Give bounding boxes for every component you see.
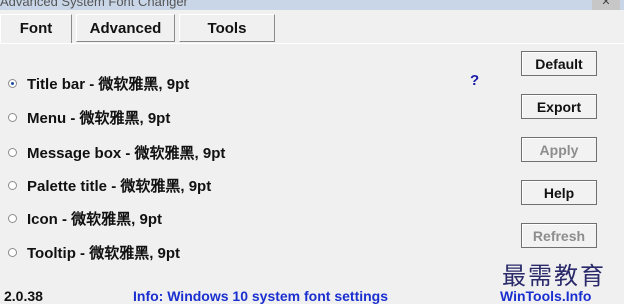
watermark: 最需教育: [502, 262, 606, 290]
refresh-button[interactable]: Refresh: [521, 223, 597, 248]
help-button[interactable]: Help: [521, 180, 597, 205]
font-option-label: Title bar - 微软雅黑, 9pt: [27, 75, 190, 93]
website-link[interactable]: WinTools.Info: [500, 288, 591, 304]
tab-advanced[interactable]: Advanced: [76, 14, 175, 42]
help-question-link[interactable]: ?: [470, 72, 479, 89]
tab-tools[interactable]: Tools: [179, 14, 275, 42]
info-link[interactable]: Info: Windows 10 system font settings: [133, 288, 388, 304]
apply-button[interactable]: Apply: [521, 137, 597, 162]
font-option-menu[interactable]: Menu - 微软雅黑, 9pt: [8, 107, 170, 127]
font-option-title-bar[interactable]: Title bar - 微软雅黑, 9pt: [8, 73, 189, 93]
font-option-palette-title[interactable]: Palette title - 微软雅黑, 9pt: [8, 175, 211, 195]
window-title: Advanced System Font Changer: [0, 0, 188, 9]
close-icon[interactable]: ✕: [592, 0, 620, 10]
font-option-label: Tooltip - 微软雅黑, 9pt: [27, 244, 181, 262]
tab-panel-border: [0, 43, 624, 44]
default-button[interactable]: Default: [521, 51, 597, 76]
font-option-label: Menu - 微软雅黑, 9pt: [27, 109, 171, 127]
radio-button[interactable]: [8, 180, 17, 190]
tab-font[interactable]: Font: [0, 14, 72, 44]
version-text: 2.0.38: [4, 288, 43, 304]
font-option-tooltip[interactable]: Tooltip - 微软雅黑, 9pt: [8, 242, 180, 262]
title-bar: Advanced System Font Changer ✕: [0, 0, 624, 10]
radio-button[interactable]: [8, 78, 17, 88]
radio-button[interactable]: [8, 147, 17, 157]
font-option-message-box[interactable]: Message box - 微软雅黑, 9pt: [8, 142, 225, 162]
radio-button[interactable]: [8, 112, 17, 122]
font-option-icon[interactable]: Icon - 微软雅黑, 9pt: [8, 208, 162, 228]
font-option-label: Icon - 微软雅黑, 9pt: [27, 210, 163, 228]
radio-button[interactable]: [8, 247, 17, 257]
font-option-label: Palette title - 微软雅黑, 9pt: [27, 177, 212, 195]
export-button[interactable]: Export: [521, 94, 597, 119]
radio-button[interactable]: [8, 213, 17, 223]
font-option-label: Message box - 微软雅黑, 9pt: [27, 144, 226, 162]
